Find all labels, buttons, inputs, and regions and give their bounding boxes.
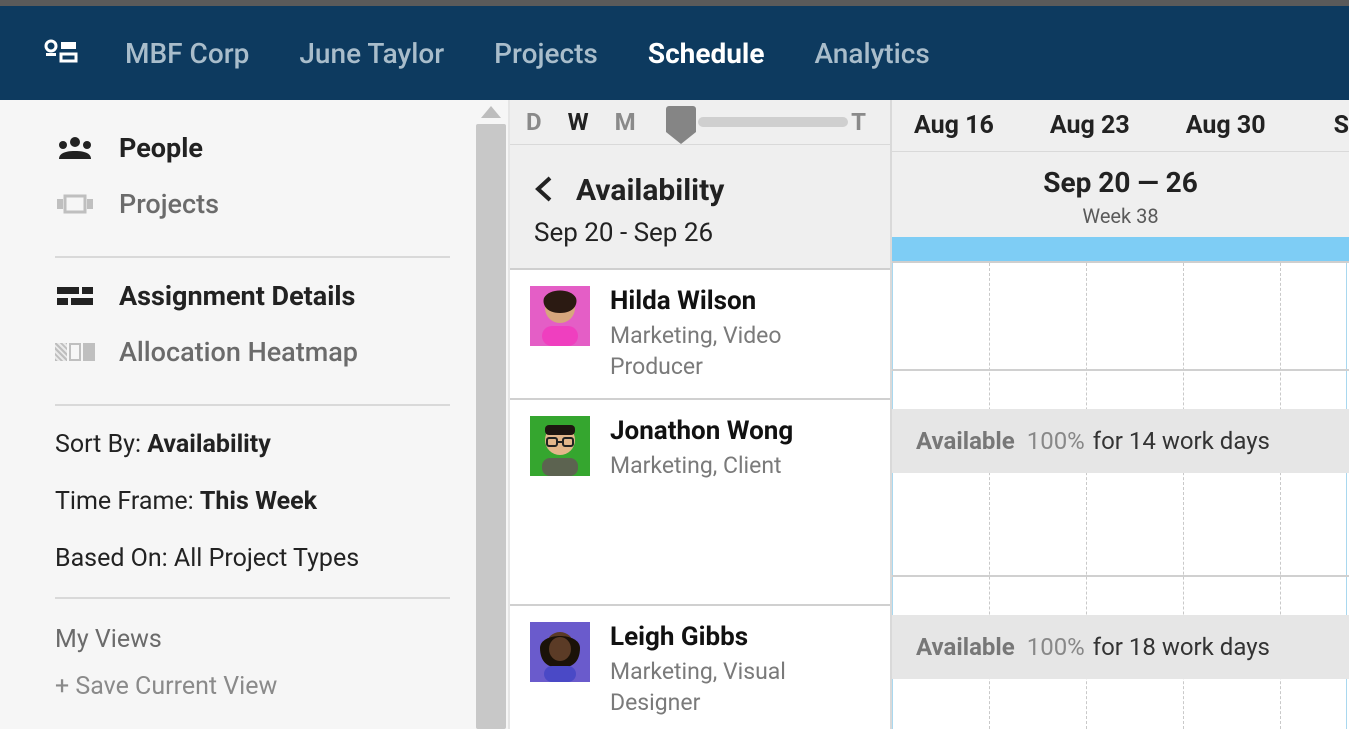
sort-by-value: Availability <box>147 430 271 459</box>
availability-label: Available <box>916 633 1015 661</box>
today-button[interactable]: T <box>851 108 866 136</box>
person-name: Hilda Wilson <box>610 286 870 316</box>
availability-duration: for 14 work days <box>1093 427 1270 455</box>
time-frame-label: Time Frame: <box>55 487 200 516</box>
sort-by-control[interactable]: Sort By: Availability <box>55 416 508 473</box>
divider <box>55 404 450 406</box>
zoom-day[interactable]: D <box>526 108 542 136</box>
time-frame-control[interactable]: Time Frame: This Week <box>55 473 508 530</box>
timeline-date-row: Aug 16 Aug 23 Aug 30 S <box>892 100 1349 152</box>
availability-duration: for 18 work days <box>1093 633 1270 661</box>
person-row[interactable]: Hilda Wilson Marketing, Video Producer <box>510 270 890 400</box>
availability-header: Availability Sep 20 - Sep 26 <box>510 145 890 270</box>
main-area: People Projects <box>0 100 1349 729</box>
sidebar-item-projects[interactable]: Projects <box>55 176 508 232</box>
projects-icon <box>55 193 95 215</box>
sidebar-item-label: Assignment Details <box>119 280 355 312</box>
panel-date-range: Sep 20 - Sep 26 <box>534 218 866 248</box>
allocation-heatmap-icon <box>55 343 95 361</box>
timeline-date[interactable]: Aug 23 <box>1050 111 1130 140</box>
avatar <box>530 622 590 682</box>
sidebar-item-label: People <box>119 132 203 164</box>
divider <box>55 597 450 599</box>
sidebar: People Projects <box>0 100 510 729</box>
nav-projects[interactable]: Projects <box>494 37 598 70</box>
people-icon <box>55 135 95 161</box>
app-logo-icon <box>40 33 80 73</box>
person-name: Jonathon Wong <box>610 416 793 446</box>
week-highlight-band <box>892 237 1349 261</box>
timeline-date-trailing: S <box>1334 111 1349 140</box>
person-row[interactable]: Jonathon Wong Marketing, Client <box>510 400 890 606</box>
timeline-lane[interactable] <box>892 263 1349 371</box>
zoom-week[interactable]: W <box>568 108 589 136</box>
content-area: D W M T <box>510 100 1349 729</box>
sidebar-item-assignment-details[interactable]: Assignment Details <box>55 268 508 324</box>
person-name: Leigh Gibbs <box>610 622 870 652</box>
save-current-view-button[interactable]: + Save Current View <box>55 662 508 711</box>
timeline-date[interactable]: Aug 30 <box>1186 111 1266 140</box>
sidebar-scroll-up-icon[interactable] <box>481 106 501 118</box>
zoom-row: D W M T <box>510 100 890 145</box>
availability-label: Available <box>916 427 1015 455</box>
avatar <box>530 286 590 346</box>
avatar <box>530 416 590 476</box>
timeline-lane[interactable]: Available 100% for 14 work days <box>892 371 1349 577</box>
sort-by-label: Sort By: <box>55 430 147 459</box>
time-frame-value: This Week <box>200 487 317 516</box>
top-navbar: MBF Corp June Taylor Projects Schedule A… <box>0 0 1349 100</box>
timeline-lane[interactable]: Available 100% for 18 work days <box>892 577 1349 697</box>
sidebar-item-label: Allocation Heatmap <box>119 336 358 368</box>
sidebar-item-label: Projects <box>119 188 219 220</box>
person-role: Marketing, Video Producer <box>610 320 870 382</box>
timeline-body[interactable]: Available 100% for 14 work days Availabl… <box>892 263 1349 729</box>
zoom-slider[interactable] <box>666 100 848 144</box>
nav-company[interactable]: MBF Corp <box>125 37 249 70</box>
nav-analytics[interactable]: Analytics <box>814 37 929 70</box>
timeline-week-header: Sep 20 — 26 Week 38 <box>892 152 1349 263</box>
timeline-column: Aug 16 Aug 23 Aug 30 S Sep 20 — 26 Week … <box>892 100 1349 729</box>
zoom-month[interactable]: M <box>615 108 636 136</box>
based-on-label: Based On: All Project Types <box>55 544 359 573</box>
my-views-heading: My Views <box>55 609 508 662</box>
sidebar-item-allocation-heatmap[interactable]: Allocation Heatmap <box>55 324 508 380</box>
person-row[interactable]: Leigh Gibbs Marketing, Visual Designer <box>510 606 890 729</box>
availability-bar[interactable]: Available 100% for 14 work days <box>892 409 1349 473</box>
timeline-date[interactable]: Aug 16 <box>914 111 994 140</box>
sidebar-item-people[interactable]: People <box>55 120 508 176</box>
person-role: Marketing, Client <box>610 450 793 481</box>
person-role: Marketing, Visual Designer <box>610 656 870 718</box>
nav-schedule[interactable]: Schedule <box>648 37 765 70</box>
sidebar-scrollbar[interactable] <box>476 124 506 729</box>
back-icon[interactable] <box>534 176 554 206</box>
availability-bar[interactable]: Available 100% for 18 work days <box>892 615 1349 679</box>
divider <box>55 256 450 258</box>
nav-user[interactable]: June Taylor <box>299 37 444 70</box>
week-title: Sep 20 — 26 <box>1043 166 1198 199</box>
availability-percent: 100% <box>1027 633 1085 661</box>
panel-title: Availability <box>576 173 724 208</box>
availability-percent: 100% <box>1027 427 1085 455</box>
assignment-details-icon <box>55 285 95 307</box>
based-on-control[interactable]: Based On: All Project Types <box>55 530 508 587</box>
people-column: D W M T <box>510 100 892 729</box>
week-number: Week 38 <box>1082 204 1158 228</box>
